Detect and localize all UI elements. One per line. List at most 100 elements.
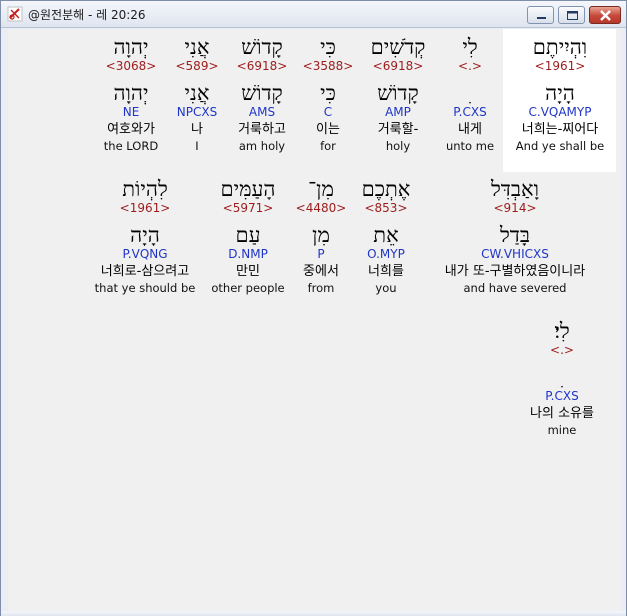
hebrew-word: מִן־ (308, 177, 334, 201)
hebrew-word: אֲנִי (184, 35, 210, 59)
english-gloss: you (375, 281, 397, 295)
maximize-icon (567, 11, 578, 20)
korean-gloss: 거룩하고 (238, 122, 286, 137)
strong-number: <1961> (534, 59, 586, 73)
minimize-icon (537, 17, 546, 19)
morphology-code: P.CXS (545, 389, 579, 403)
hebrew-lemma: מִן (312, 223, 330, 247)
strong-number: <.> (458, 59, 482, 73)
korean-gloss: 내가 또-구별하였음이니라 (444, 264, 586, 279)
morphology-code: AMP (385, 105, 411, 119)
word-block[interactable]: אֲנִי <589> אֲנִי NPCXS 나 I (175, 35, 218, 153)
morphology-code: NPCXS (176, 105, 218, 119)
english-gloss: the LORD (103, 139, 159, 153)
word-block[interactable]: כִּי <3588> כִּי C 이는 for (303, 35, 354, 153)
app-icon (7, 6, 23, 22)
close-icon (600, 10, 611, 21)
english-gloss: mine (547, 423, 577, 437)
english-gloss: other people (211, 281, 285, 295)
korean-gloss: 거룩할- (377, 122, 419, 137)
word-block[interactable]: לִהְיוֹת <1961> הָיָה P.VQNG 너희로-삼으려고 th… (95, 177, 196, 295)
word-block[interactable]: לִי <.> ִ P.CXS 내게 unto me (446, 35, 494, 153)
hebrew-lemma: קָדוֹשׁ (377, 81, 419, 105)
hebrew-word: אֶתְכֶם (361, 177, 411, 201)
close-button[interactable] (589, 6, 621, 24)
word-block[interactable]: אֶתְכֶם <853> אֵת O.MYP 너희를 you (362, 177, 411, 295)
hebrew-lemma: אֵת (373, 223, 399, 247)
strong-number: <4480> (295, 201, 347, 215)
strong-number: <.> (550, 343, 574, 357)
hebrew-lemma: עַם (235, 223, 261, 247)
morphology-code: C (323, 105, 333, 119)
analysis-panel[interactable]: וִהְיִיתֶם <1961> הָיָה C.VQAMYP 너희는-찌어다… (8, 29, 621, 611)
title-bar[interactable]: @원전분해 - 레 20:26 (1, 1, 626, 28)
hebrew-word: לִי (462, 35, 478, 59)
hebrew-lemma: הָיָה (130, 223, 160, 247)
hebrew-word: לִהְיוֹת (122, 177, 168, 201)
maximize-button[interactable] (558, 6, 585, 24)
korean-gloss: 너희는-찌어다 (521, 122, 599, 137)
strong-number: <853> (364, 201, 408, 215)
window-bottom-border (1, 611, 626, 616)
hebrew-lemma: אֲנִי (184, 81, 210, 105)
english-gloss: from (307, 281, 335, 295)
hebrew-word: קָדוֹשׁ (241, 35, 283, 59)
hebrew-lemma: ִ (530, 365, 594, 389)
english-gloss: holy (385, 139, 411, 153)
hebrew-lemma: ִ (446, 81, 494, 105)
word-block[interactable]: קָדוֹשׁ <6918> קָדוֹשׁ AMS 거룩하고 am holy (237, 35, 288, 153)
hebrew-word: יְהוָה (113, 35, 149, 59)
korean-gloss: 나의 소유를 (530, 406, 594, 421)
strong-number: <6918> (236, 59, 288, 73)
english-gloss: that ye should be (94, 281, 196, 295)
morphology-code: P.CXS (453, 105, 487, 119)
hebrew-lemma: קָדוֹשׁ (241, 81, 283, 105)
morphology-code: D.NMP (228, 247, 268, 261)
korean-gloss: 너희를 (368, 264, 404, 279)
strong-number: <5971> (222, 201, 274, 215)
korean-gloss: 이는 (316, 122, 340, 137)
word-block[interactable]: הָעַמִּים <5971> עַם D.NMP 만민 other peop… (211, 177, 284, 295)
hebrew-word: לִי׃ (554, 319, 570, 343)
strong-number: <3588> (302, 59, 354, 73)
word-block[interactable]: לִי׃ <.> ִ P.CXS 나의 소유를 mine (530, 319, 594, 437)
morphology-code: C.VQAMYP (528, 105, 592, 119)
word-block[interactable]: וִהְיִיתֶם <1961> הָיָה C.VQAMYP 너희는-찌어다… (516, 35, 604, 153)
korean-gloss: 나 (191, 122, 203, 137)
hebrew-word: כִּי (320, 35, 336, 59)
word-block[interactable]: קְדֹשִׁים <6918> קָדוֹשׁ AMP 거룩할- holy (371, 35, 426, 153)
english-gloss: am holy (238, 139, 286, 153)
strong-number: <3068> (105, 59, 157, 73)
morphology-code: P.VQNG (122, 247, 168, 261)
korean-gloss: 중에서 (303, 264, 339, 279)
hebrew-word: וָאַבְדִּל (490, 177, 540, 201)
hebrew-lemma: בָּדַל (499, 223, 531, 247)
word-block[interactable]: וָאַבְדִּל <914> בָּדַל CW.VHICXS 내가 또-구… (445, 177, 585, 295)
hebrew-word: הָעַמִּים (220, 177, 276, 201)
word-block[interactable]: מִן־ <4480> מִן P 중에서 from (296, 177, 347, 295)
hebrew-lemma: יְהוָה (113, 81, 149, 105)
strong-number: <1961> (119, 201, 171, 215)
minimize-button[interactable] (527, 6, 554, 24)
korean-gloss: 너희로-삼으려고 (100, 264, 190, 279)
strong-number: <589> (175, 59, 219, 73)
hebrew-word: קְדֹשִׁים (370, 35, 426, 59)
english-gloss: unto me (445, 139, 495, 153)
morphology-code: CW.VHICXS (481, 247, 549, 261)
hebrew-word: וִהְיִיתֶם (532, 35, 588, 59)
morphology-code: NE (122, 105, 140, 119)
korean-gloss: 내게 (458, 122, 482, 137)
strong-number: <914> (493, 201, 537, 215)
korean-gloss: 여호와가 (107, 122, 155, 137)
morphology-code: AMS (248, 105, 276, 119)
window-title: @원전분해 - 레 20:26 (28, 8, 146, 22)
morphology-code: O.MYP (367, 247, 405, 261)
english-gloss: and have severed (463, 281, 567, 295)
word-block[interactable]: יְהוָה <3068> יְהוָה NE 여호와가 the LORD (104, 35, 158, 153)
morphology-code: P (317, 247, 325, 261)
english-gloss: I (195, 139, 199, 153)
hebrew-lemma: כִּי (320, 81, 336, 105)
korean-gloss: 만민 (236, 264, 260, 279)
strong-number: <6918> (372, 59, 424, 73)
app-window: @원전분해 - 레 20:26 וִהְיִיתֶם <1961> הָיָה (0, 0, 627, 616)
